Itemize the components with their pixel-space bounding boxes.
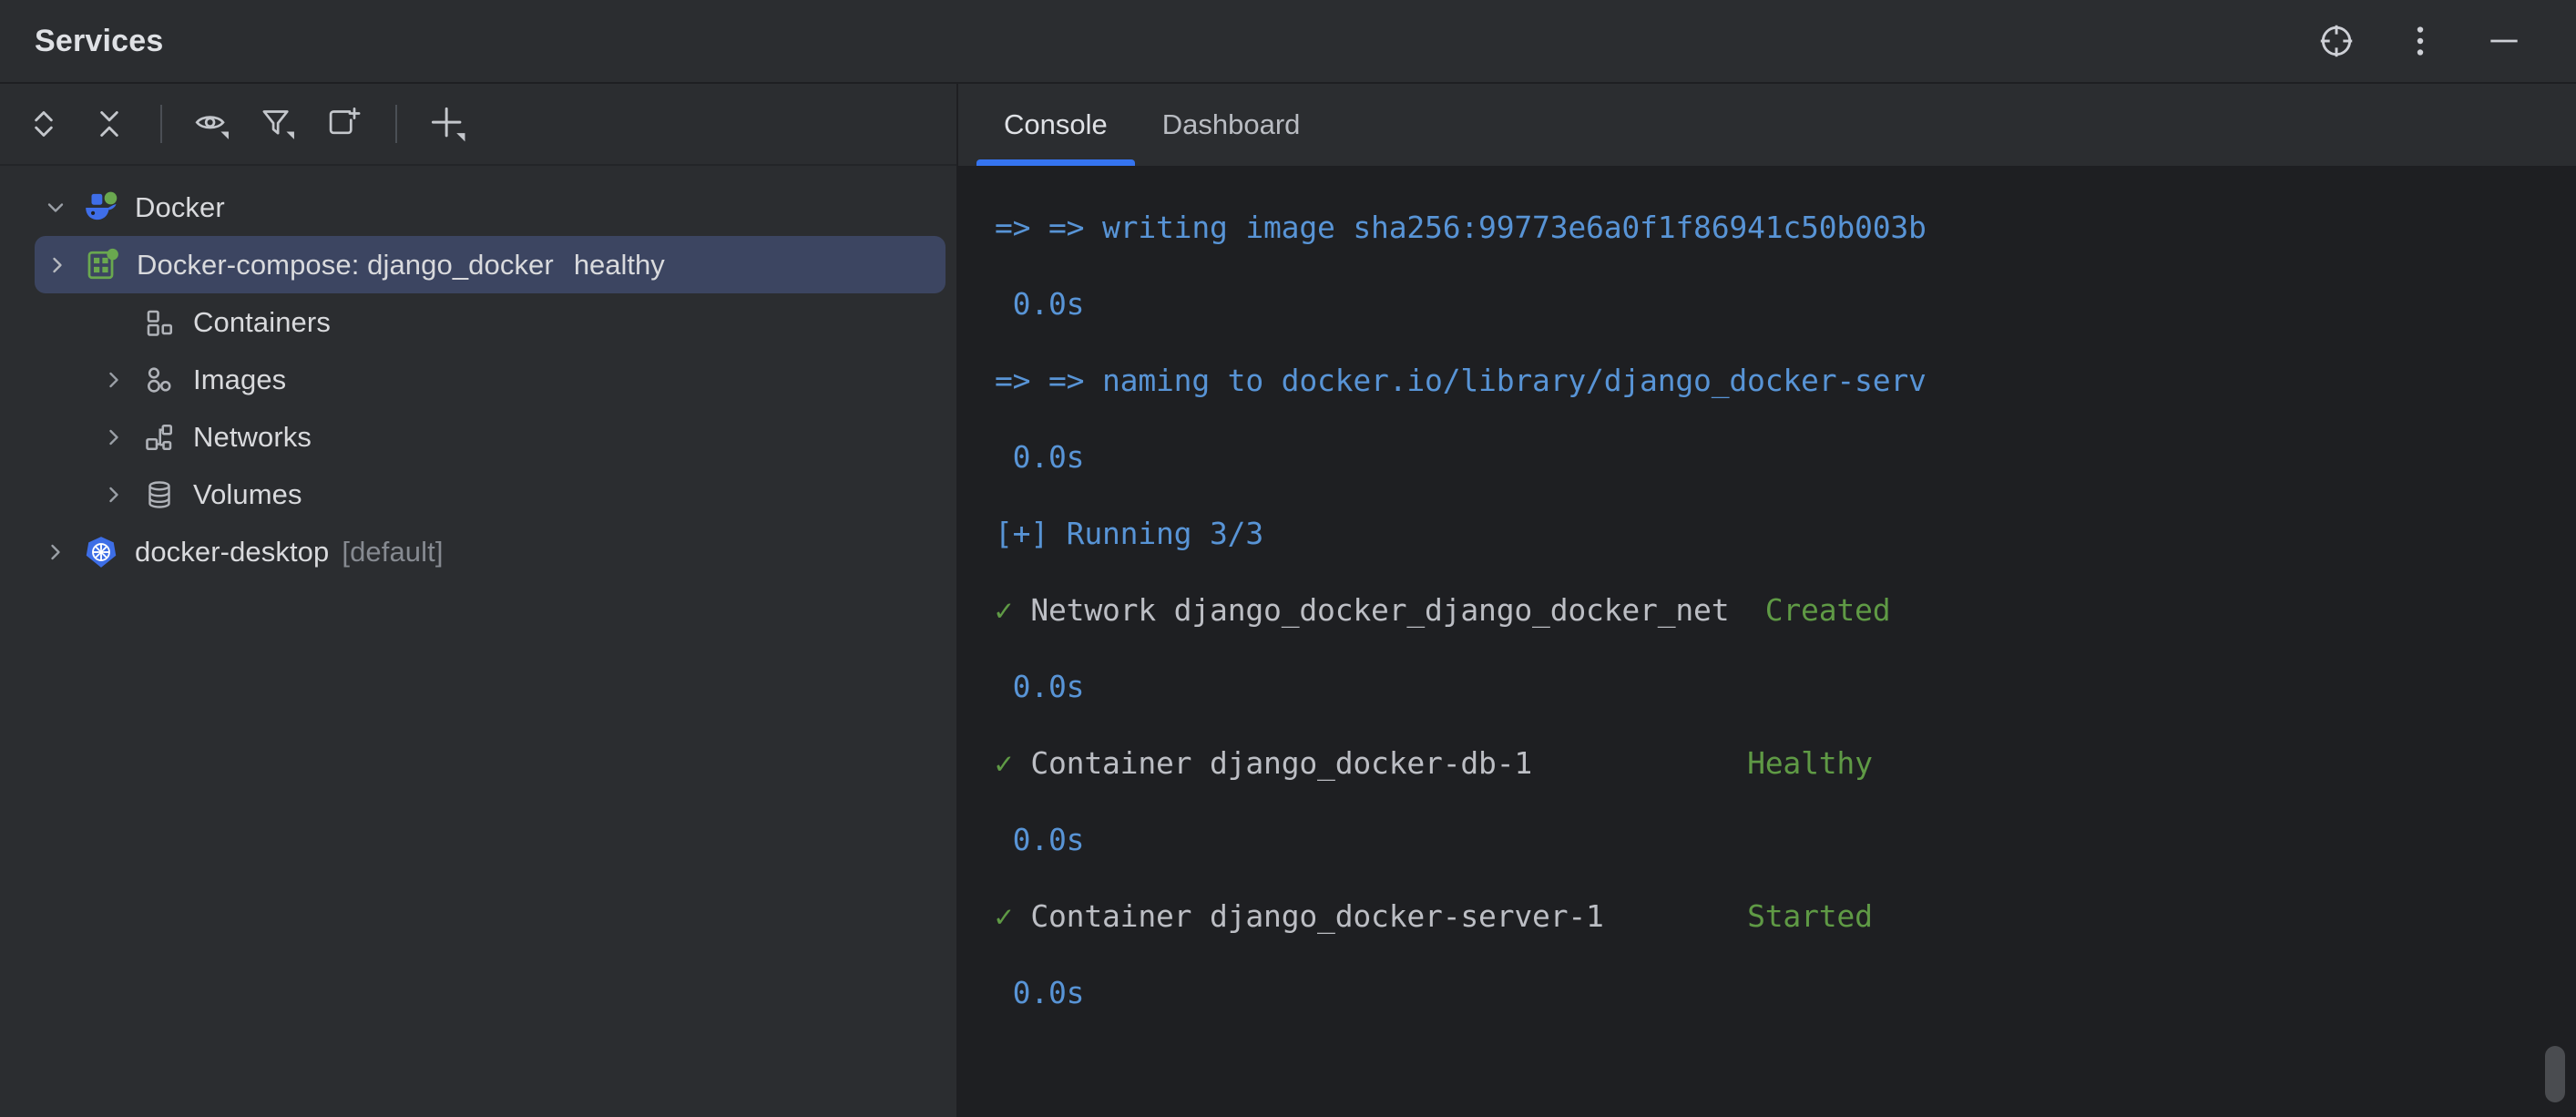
console-line: 0.0s (958, 649, 2576, 725)
console-text: Network django_docker_django_docker_net (1030, 592, 1764, 628)
console-text: Container django_docker-server-1 (1030, 898, 1747, 934)
filter-icon[interactable] (248, 96, 310, 152)
console-status: Started (1747, 898, 1873, 934)
tab-console[interactable]: Console (976, 84, 1135, 166)
console-scrollbar-thumb[interactable] (2545, 1046, 2565, 1102)
check-icon: ✓ (995, 898, 1030, 934)
tree-toolbar (0, 84, 956, 166)
console-text: 0.0s (995, 975, 1084, 1010)
console-text: 0.0s (995, 822, 1084, 857)
console-panel: Console Dashboard => => writing image sh… (958, 84, 2576, 1117)
containers-icon (137, 306, 182, 339)
view-options-icon[interactable] (182, 96, 244, 152)
window-titlebar: Services (0, 0, 2576, 84)
add-icon[interactable] (417, 96, 479, 152)
minimize-icon[interactable] (2479, 16, 2529, 66)
collapse-all-icon[interactable] (78, 96, 140, 152)
services-tool-window: Services (0, 0, 2576, 1117)
chevron-right-icon[interactable] (91, 425, 137, 450)
tree-item-label: Volumes (193, 478, 302, 511)
console-line: ✓ Container django_docker-db-1 Healthy (958, 725, 2576, 802)
images-icon (137, 364, 182, 396)
chevron-right-icon[interactable] (33, 539, 78, 565)
networks-icon (137, 421, 182, 454)
tree-item-label: Images (193, 364, 286, 396)
locate-icon[interactable] (2312, 16, 2361, 66)
tree-item-label: Docker-compose: django_docker (137, 249, 554, 282)
tree-item-docker-compose[interactable]: Docker-compose: django_docker healthy (35, 236, 946, 293)
console-line: 0.0s (958, 419, 2576, 496)
toolbar-separator (160, 105, 162, 143)
new-tab-icon[interactable] (313, 96, 375, 152)
console-text: Container django_docker-db-1 (1030, 745, 1747, 781)
docker-compose-icon (80, 247, 126, 283)
console-text: [+] Running 3/3 (995, 516, 1263, 551)
window-body: Docker (0, 84, 2576, 1117)
tree-item-docker-desktop[interactable]: docker-desktop [default] (0, 523, 956, 580)
page-title: Services (35, 24, 164, 59)
tree-item-docker[interactable]: Docker (0, 179, 956, 236)
tree-item-context-label: [default] (342, 536, 443, 569)
tree-item-label: Containers (193, 306, 331, 339)
console-line: => => naming to docker.io/library/django… (958, 343, 2576, 419)
tree-item-images[interactable]: Images (0, 351, 956, 408)
volumes-icon (137, 478, 182, 511)
tree-item-containers[interactable]: Containers (0, 293, 956, 351)
console-line: 0.0s (958, 266, 2576, 343)
expand-all-icon[interactable] (13, 96, 75, 152)
console-status: Created (1765, 592, 1891, 628)
kubernetes-icon (78, 534, 124, 570)
more-options-icon[interactable] (2396, 16, 2445, 66)
docker-whale-icon (78, 189, 124, 227)
toolbar-separator-2 (395, 105, 397, 143)
console-line: => => writing image sha256:99773e6a0f1f8… (958, 190, 2576, 266)
console-text: 0.0s (995, 669, 1084, 704)
tab-dashboard[interactable]: Dashboard (1135, 84, 1328, 166)
console-line: ✓ Network django_docker_django_docker_ne… (958, 572, 2576, 649)
console-status: Healthy (1747, 745, 1873, 781)
console-text: 0.0s (995, 286, 1084, 322)
console-text: 0.0s (995, 439, 1084, 475)
tree-item-volumes[interactable]: Volumes (0, 466, 956, 523)
tree-item-networks[interactable]: Networks (0, 408, 956, 466)
tree-item-label: Docker (135, 191, 225, 224)
services-tree: Docker (0, 166, 956, 1117)
services-tree-panel: Docker (0, 84, 958, 1117)
chevron-right-icon[interactable] (35, 252, 80, 278)
console-line: 0.0s (958, 955, 2576, 1031)
check-icon: ✓ (995, 592, 1030, 628)
console-line: [+] Running 3/3 (958, 496, 2576, 572)
chevron-right-icon[interactable] (91, 367, 137, 393)
console-line: ✓ Container django_docker-server-1 Start… (958, 878, 2576, 955)
console-text: => => writing image sha256:99773e6a0f1f8… (995, 210, 1927, 245)
console-output[interactable]: => => writing image sha256:99773e6a0f1f8… (958, 166, 2576, 1117)
check-icon: ✓ (995, 745, 1030, 781)
chevron-right-icon[interactable] (91, 482, 137, 507)
titlebar-actions (2312, 16, 2545, 66)
console-line: 0.0s (958, 802, 2576, 878)
chevron-down-icon[interactable] (33, 195, 78, 220)
console-text: => => naming to docker.io/library/django… (995, 363, 1927, 398)
tree-item-label: Networks (193, 421, 312, 454)
status-badge: healthy (574, 249, 665, 282)
tree-item-label: docker-desktop (135, 536, 329, 569)
tab-bar: Console Dashboard (958, 84, 2576, 166)
